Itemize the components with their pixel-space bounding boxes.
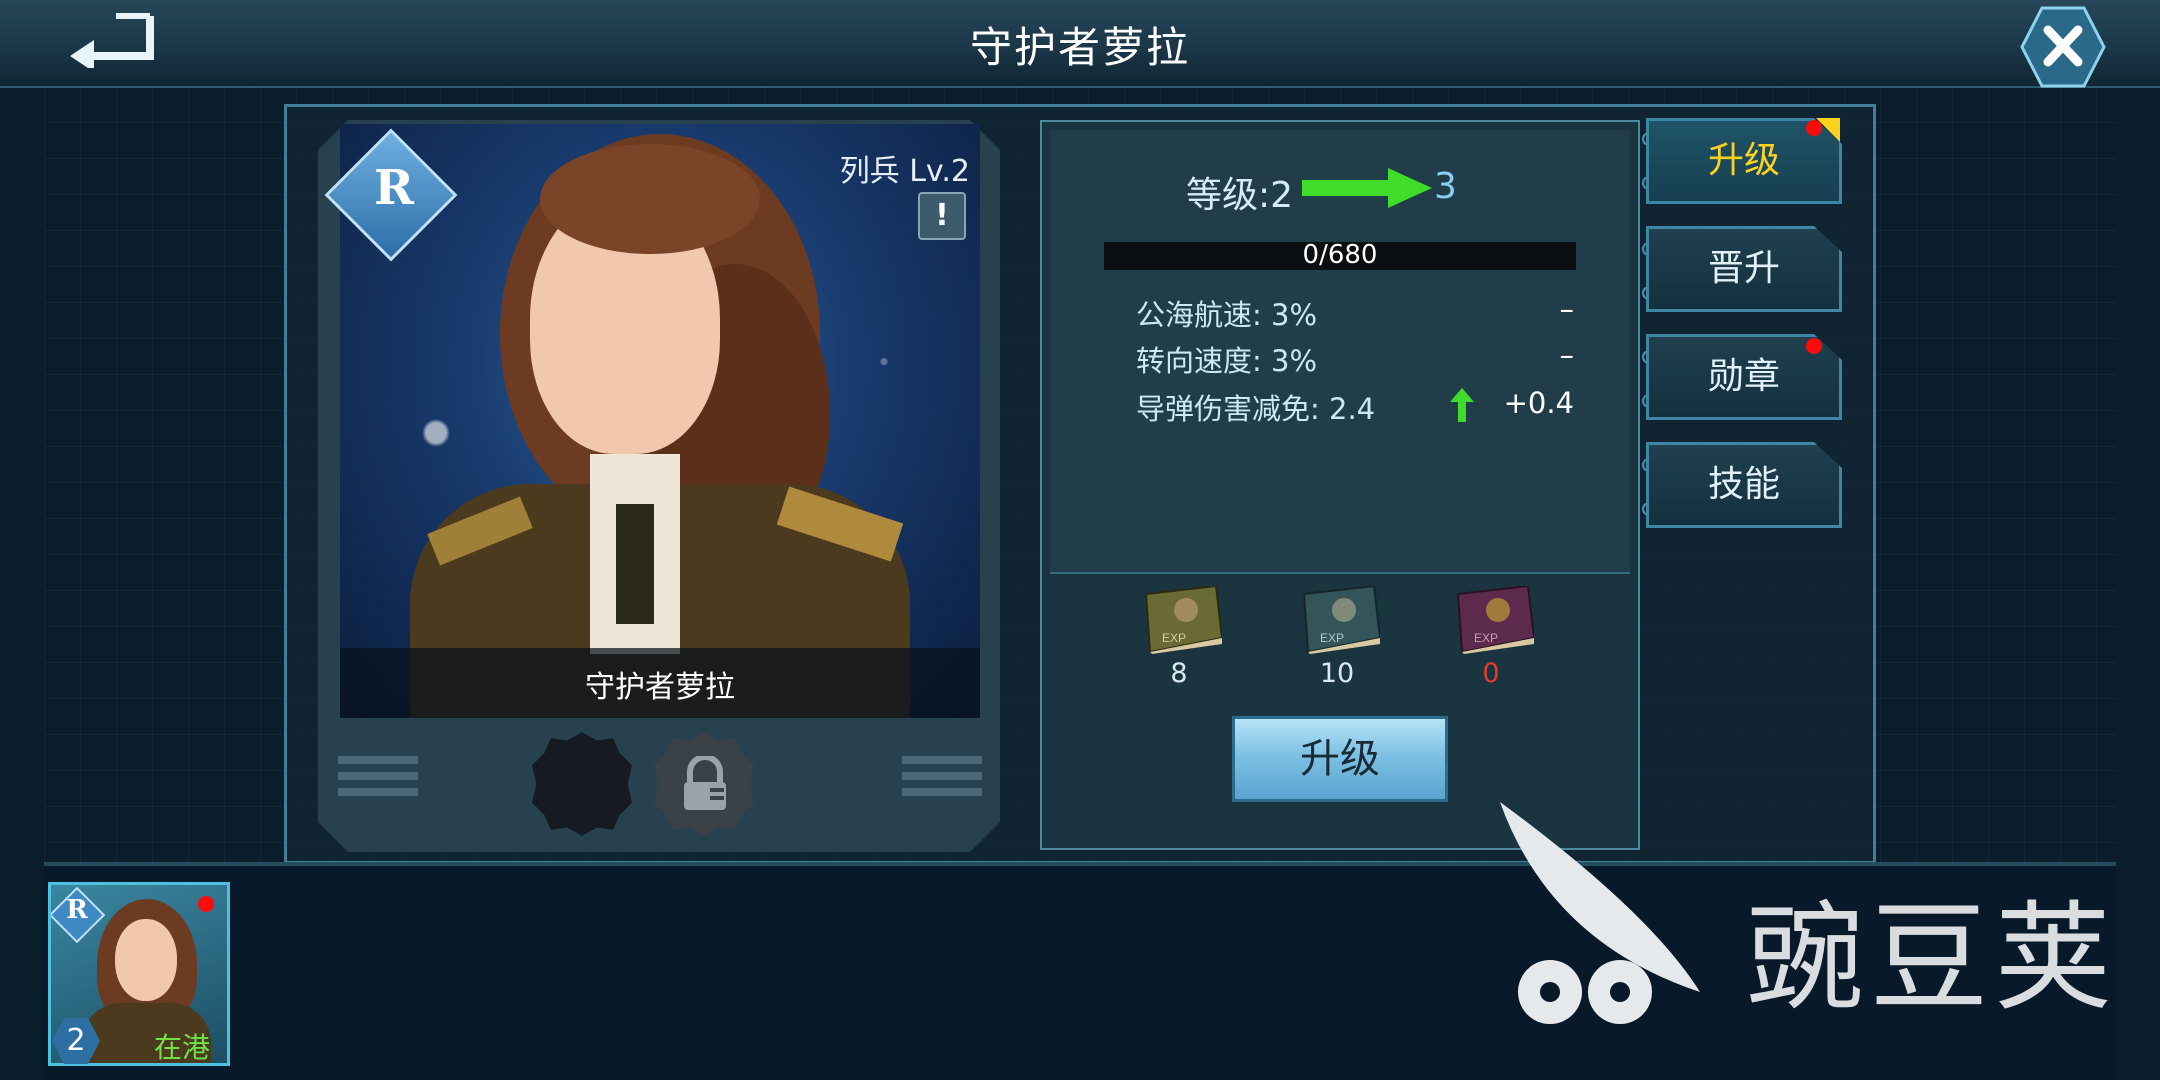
- svg-text:EXP: EXP: [1162, 631, 1186, 645]
- lock-icon: [684, 756, 726, 810]
- exp-book-icon: EXP: [1448, 584, 1536, 654]
- decor-lines-right: [902, 756, 982, 804]
- upgrade-button[interactable]: 升级: [1232, 716, 1448, 802]
- equipment-slots: [318, 718, 1000, 850]
- exp-book-icon: EXP: [1294, 584, 1382, 654]
- notification-dot: [1806, 338, 1822, 354]
- exp-book-icon: EXP: [1136, 584, 1224, 654]
- exp-book-item[interactable]: EXP 8: [1124, 584, 1234, 689]
- stat-label: 公海航速: 3%: [1136, 298, 1317, 332]
- page-title: 守护者萝拉: [969, 23, 1190, 72]
- notification-dot: [198, 896, 214, 912]
- close-button[interactable]: [2020, 4, 2106, 90]
- current-level: 等级:2: [1186, 175, 1294, 216]
- exp-book-count: 10: [1319, 658, 1355, 689]
- watermark-text: 豌豆荚: [1746, 889, 2119, 1027]
- close-x-icon: [2020, 6, 2106, 88]
- level-up-arrow-icon: [1302, 168, 1432, 208]
- svg-text:EXP: EXP: [1474, 631, 1498, 645]
- svg-text:EXP: EXP: [1320, 631, 1344, 645]
- stat-delta: +0.4: [1503, 386, 1574, 420]
- next-level: 3: [1434, 166, 1457, 207]
- roster-status: 在港: [154, 1031, 211, 1064]
- character-name: 守护者萝拉: [585, 670, 735, 705]
- stat-label: 转向速度: 3%: [1136, 344, 1317, 378]
- roster-rarity-letter: R: [66, 895, 88, 925]
- roster-portrait-face: [115, 919, 177, 1001]
- notification-dot: [1806, 120, 1822, 136]
- info-button[interactable]: !: [918, 192, 966, 240]
- stats-divider: [1050, 572, 1630, 574]
- stat-delta: –: [1559, 338, 1575, 372]
- tab-promote[interactable]: 晋升: [1646, 226, 1842, 312]
- exp-book-count: 0: [1482, 658, 1500, 689]
- tab-skills[interactable]: 技能: [1646, 442, 1842, 528]
- stat-delta: –: [1559, 292, 1575, 326]
- exp-book-item[interactable]: EXP 10: [1282, 584, 1392, 689]
- rarity-letter: R: [374, 160, 414, 216]
- exp-book-count: 8: [1170, 658, 1188, 689]
- stat-up-arrow-icon: [1450, 388, 1474, 422]
- watermark-logo-icon: [1500, 802, 1700, 1024]
- empty-slot[interactable]: [532, 732, 632, 836]
- exp-book-item[interactable]: EXP 0: [1436, 584, 1546, 689]
- stat-label: 导弹伤害减免: 2.4: [1136, 392, 1376, 426]
- exp-progress-text: 0/680: [1302, 240, 1378, 270]
- rank-level: 列兵 Lv.2: [839, 154, 970, 189]
- decor-lines-left: [338, 756, 418, 804]
